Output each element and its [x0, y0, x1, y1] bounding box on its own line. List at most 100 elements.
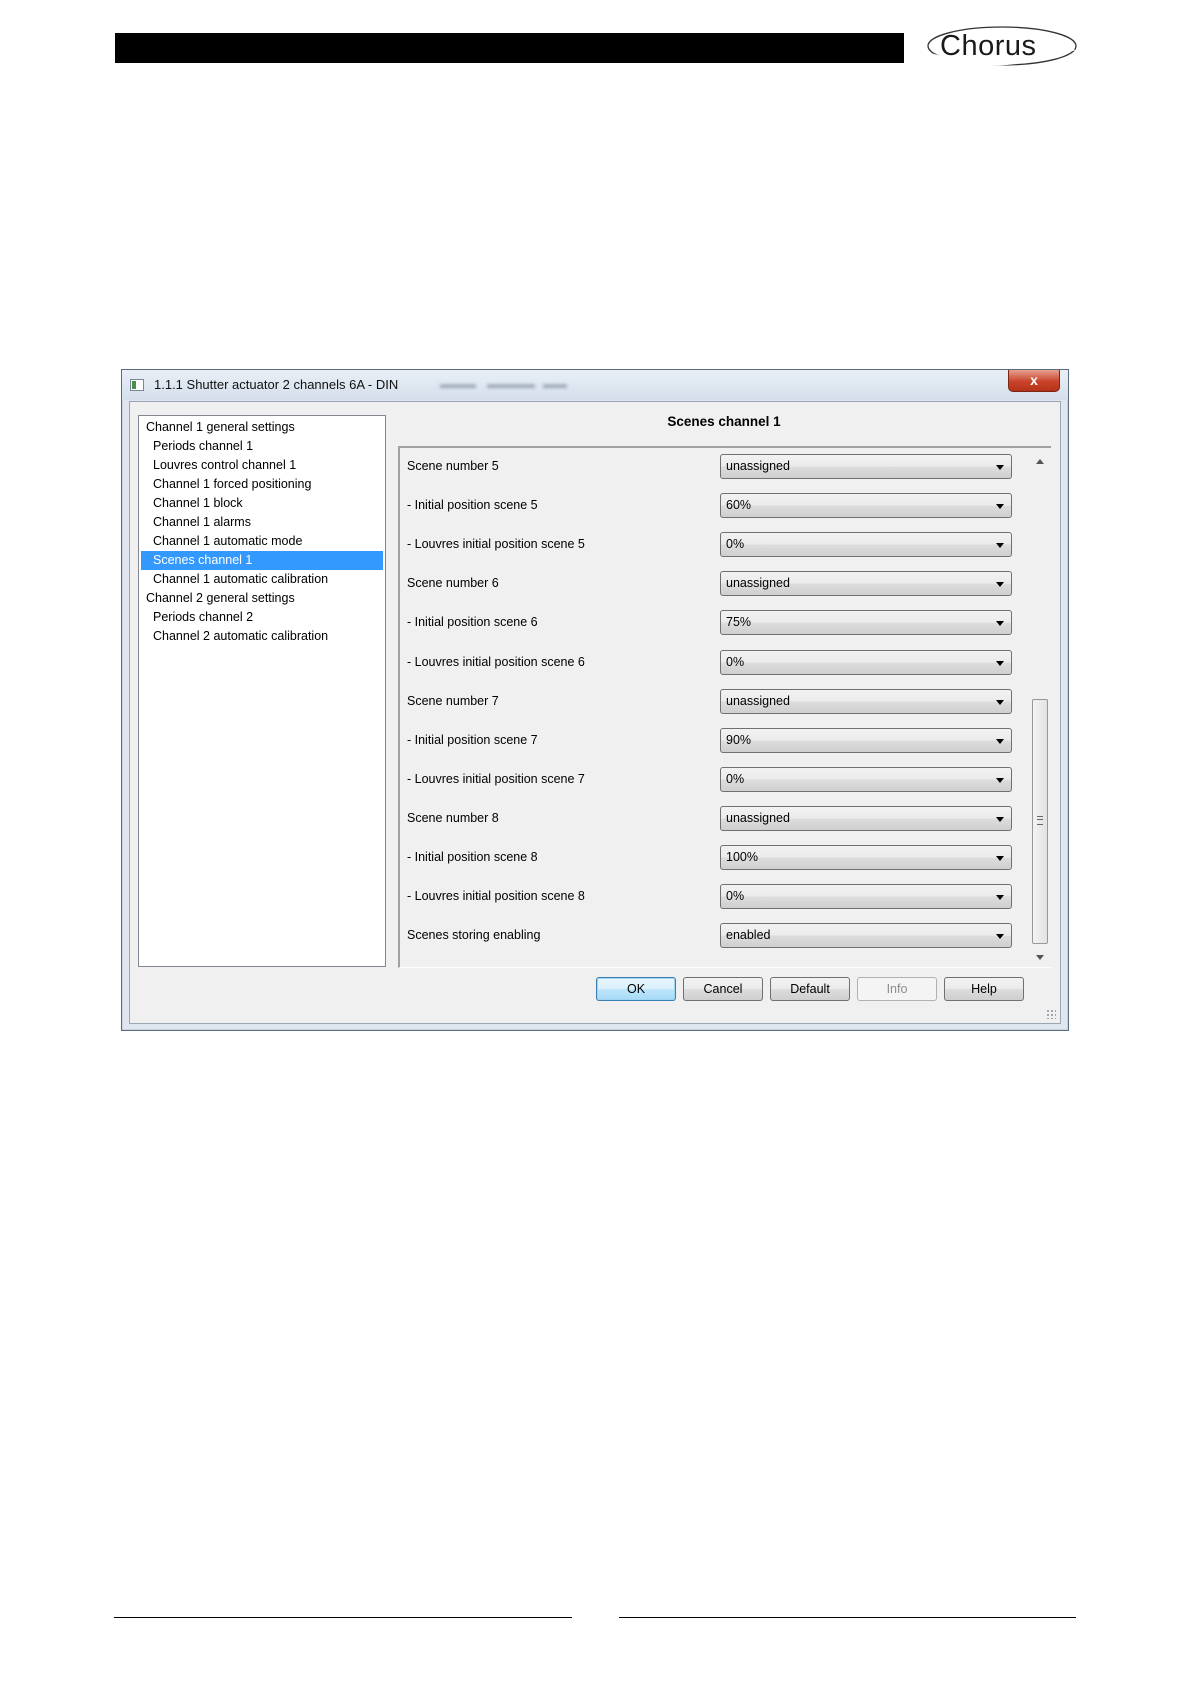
param-label: - Initial position scene 7 [407, 732, 538, 747]
param-dropdown[interactable]: 0% [720, 766, 1012, 792]
chevron-down-icon [996, 699, 1004, 705]
param-dropdown[interactable]: 60% [720, 493, 1012, 519]
param-row: - Initial position scene 7 90% [400, 727, 1030, 754]
param-row: Scenes storing enabling enabled [400, 923, 1030, 949]
menu-blur-1: ▬▬▬ [440, 377, 476, 391]
chevron-down-icon [996, 582, 1004, 588]
chevron-down-icon [996, 895, 1004, 901]
param-dropdown[interactable]: unassigned [720, 454, 1012, 479]
settings-dialog: 1.1.1 Shutter actuator 2 channels 6A - D… [121, 369, 1069, 1031]
close-icon: x [1030, 372, 1038, 388]
tree-item[interactable]: Periods channel 1 [153, 437, 253, 456]
chevron-down-icon [996, 465, 1004, 470]
tree-item[interactable]: Channel 1 alarms [153, 513, 251, 532]
dropdown-value: 100% [726, 850, 758, 864]
help-button[interactable]: Help [944, 977, 1024, 1001]
dropdown-value: unassigned [726, 576, 790, 591]
scroll-up-icon[interactable] [1036, 459, 1044, 464]
param-dropdown[interactable]: 75% [720, 610, 1012, 636]
dropdown-value: 60% [726, 498, 752, 513]
tree-item[interactable]: Periods channel 2 [153, 608, 253, 627]
chevron-down-icon [996, 816, 1004, 822]
param-row: - Louvres initial position scene 7 0% [400, 766, 1030, 793]
param-dropdown[interactable]: unassigned [720, 805, 1012, 831]
dropdown-value: 0% [726, 771, 745, 786]
chevron-down-icon [996, 504, 1004, 510]
dropdown-value: unassigned [726, 693, 790, 708]
tree-item[interactable]: Scenes channel 1 [141, 551, 383, 570]
param-label: - Initial position scene 6 [407, 615, 538, 630]
chorus-logo: Chorus [926, 26, 1078, 70]
param-row: Scene number 7 unassigned [400, 688, 1030, 715]
panel-title: Scenes channel 1 [667, 414, 781, 429]
default-button[interactable]: Default [770, 977, 850, 1001]
param-dropdown[interactable]: 90% [720, 727, 1012, 753]
grip-icon [1037, 816, 1043, 825]
param-row: - Initial position scene 6 75% [400, 610, 1030, 636]
param-label: - Louvres initial position scene 6 [407, 654, 585, 669]
param-label: - Louvres initial position scene 7 [407, 771, 585, 786]
param-label: - Initial position scene 8 [407, 850, 538, 864]
param-label: Scene number 8 [407, 810, 499, 825]
tree-item[interactable]: Channel 1 automatic mode [153, 532, 302, 551]
param-label: - Louvres initial position scene 5 [407, 537, 585, 552]
param-label: - Initial position scene 5 [407, 498, 538, 513]
dropdown-value: 0% [726, 654, 745, 669]
param-dropdown[interactable]: 0% [720, 532, 1012, 558]
dropdown-value: 0% [726, 537, 745, 552]
ok-button[interactable]: OK [596, 977, 676, 1001]
dropdown-value: unassigned [726, 459, 790, 473]
resize-grip-icon[interactable] [1046, 1009, 1056, 1019]
param-row: Scene number 5 unassigned [400, 454, 1030, 480]
chevron-down-icon [996, 856, 1004, 861]
tree-item[interactable]: Channel 1 forced positioning [153, 475, 311, 494]
param-label: Scene number 7 [407, 693, 499, 708]
menu-blur-2: ▬▬▬▬ [487, 377, 535, 391]
dropdown-value: 90% [726, 732, 752, 747]
settings-tree[interactable]: Channel 1 general settings Periods channe… [138, 415, 386, 967]
footer-rule-right [619, 1617, 1076, 1618]
dialog-client-area: Channel 1 general settings Periods channe… [129, 401, 1061, 1024]
param-dropdown[interactable]: unassigned [720, 688, 1012, 714]
title-bar[interactable]: 1.1.1 Shutter actuator 2 channels 6A - D… [122, 370, 1068, 400]
param-label: - Louvres initial position scene 8 [407, 889, 585, 904]
logo-text: Chorus [940, 30, 1037, 62]
tree-item[interactable]: Louvres control channel 1 [153, 456, 296, 475]
chevron-down-icon [996, 543, 1004, 549]
header-bar [115, 33, 904, 63]
param-row: - Louvres initial position scene 6 0% [400, 649, 1030, 676]
param-label: Scene number 6 [407, 576, 499, 591]
tree-item[interactable]: Channel 1 automatic calibration [153, 570, 328, 589]
dropdown-value: unassigned [726, 810, 790, 825]
dropdown-value: enabled [726, 928, 771, 943]
cancel-button[interactable]: Cancel [683, 977, 763, 1001]
param-row: - Initial position scene 5 60% [400, 493, 1030, 519]
param-label: Scenes storing enabling [407, 928, 541, 943]
param-dropdown[interactable]: 100% [720, 845, 1012, 870]
app-icon [130, 379, 144, 391]
tree-item[interactable]: Channel 1 general settings [146, 418, 295, 437]
tree-item[interactable]: Channel 2 general settings [146, 589, 295, 608]
window-title: 1.1.1 Shutter actuator 2 channels 6A - D… [154, 377, 399, 392]
param-dropdown[interactable]: unassigned [720, 571, 1012, 597]
scroll-down-icon[interactable] [1036, 955, 1044, 960]
close-button[interactable]: x [1008, 370, 1060, 392]
info-button: Info [857, 977, 937, 1001]
vertical-scrollbar[interactable] [1030, 448, 1050, 967]
param-dropdown[interactable]: 0% [720, 649, 1012, 675]
dropdown-value: 75% [726, 615, 752, 630]
chevron-down-icon [996, 777, 1004, 783]
param-label: Scene number 5 [407, 459, 499, 473]
parameter-panel: Scenes storing enabling enabled - Louvres … [398, 446, 1051, 968]
param-row: - Louvres initial position scene 8 0% [400, 884, 1030, 910]
tree-item[interactable]: Channel 1 block [153, 494, 243, 513]
param-dropdown[interactable]: enabled [720, 923, 1012, 949]
param-dropdown[interactable]: 0% [720, 884, 1012, 910]
param-row: - Louvres initial position scene 5 0% [400, 532, 1030, 558]
param-row: Scene number 6 unassigned [400, 571, 1030, 597]
chevron-down-icon [996, 660, 1004, 666]
scroll-thumb[interactable] [1032, 699, 1048, 944]
tree-item[interactable]: Channel 2 automatic calibration [153, 627, 328, 646]
param-row: - Initial position scene 8 100% [400, 845, 1030, 871]
chevron-down-icon [996, 621, 1004, 627]
